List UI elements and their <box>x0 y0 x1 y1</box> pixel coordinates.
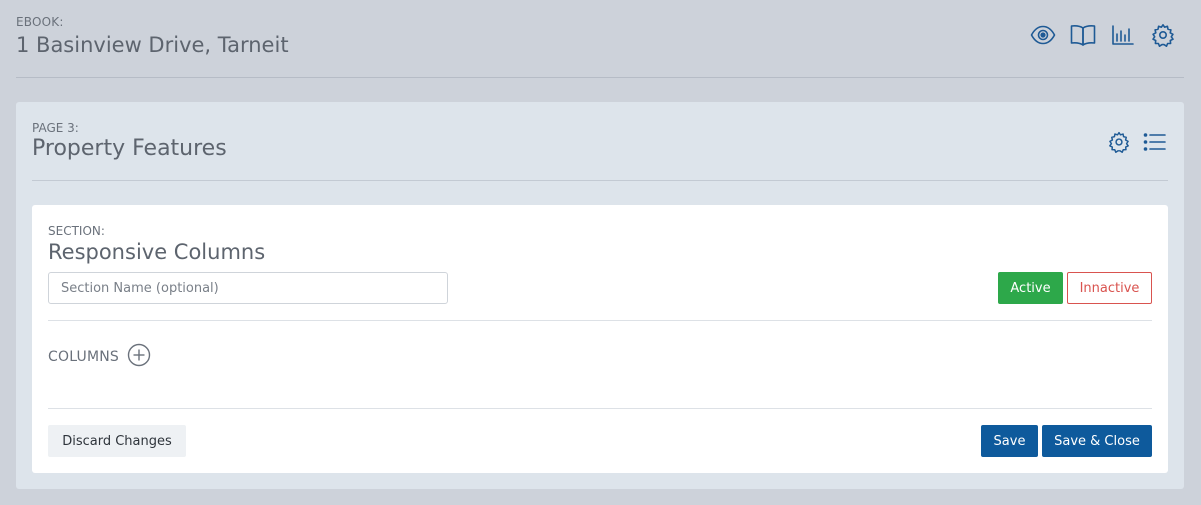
page-title: Property Features <box>32 136 227 161</box>
ebook-title: 1 Basinview Drive, Tarneit <box>16 33 289 57</box>
save-close-button[interactable]: Save & Close <box>1042 425 1152 457</box>
eye-icon[interactable] <box>1030 22 1056 48</box>
inactive-button[interactable]: Innactive <box>1067 272 1152 304</box>
section-label: SECTION: <box>48 224 105 238</box>
page-label: PAGE 3: <box>32 121 79 135</box>
ebook-header: EBOOK: 1 Basinview Drive, Tarneit <box>16 0 1184 78</box>
discard-changes-button[interactable]: Discard Changes <box>48 425 186 457</box>
save-actions: Save Save & Close <box>981 425 1152 457</box>
list-icon[interactable] <box>1142 129 1168 155</box>
gear-icon[interactable] <box>1150 22 1176 48</box>
page-toolbar <box>1106 129 1168 155</box>
columns-label: COLUMNS <box>48 349 119 365</box>
divider <box>48 320 1152 321</box>
gear-icon[interactable] <box>1106 129 1132 155</box>
plus-circle-icon[interactable] <box>127 343 151 371</box>
bar-chart-icon[interactable] <box>1110 22 1136 48</box>
book-open-icon[interactable] <box>1070 22 1096 48</box>
columns-row: COLUMNS <box>48 343 151 371</box>
active-button[interactable]: Active <box>998 272 1063 304</box>
save-button[interactable]: Save <box>981 425 1038 457</box>
page-card: PAGE 3: Property Features SECTION: Respo… <box>16 102 1184 489</box>
status-toggle: Active Innactive <box>998 272 1152 304</box>
page-header: PAGE 3: Property Features <box>32 102 1168 181</box>
section-card: SECTION: Responsive Columns Active Innac… <box>32 205 1168 473</box>
ebook-toolbar <box>1030 22 1176 48</box>
section-title: Responsive Columns <box>48 240 266 264</box>
ebook-label: EBOOK: <box>16 15 64 29</box>
divider <box>48 408 1152 409</box>
section-name-input[interactable] <box>48 272 448 304</box>
